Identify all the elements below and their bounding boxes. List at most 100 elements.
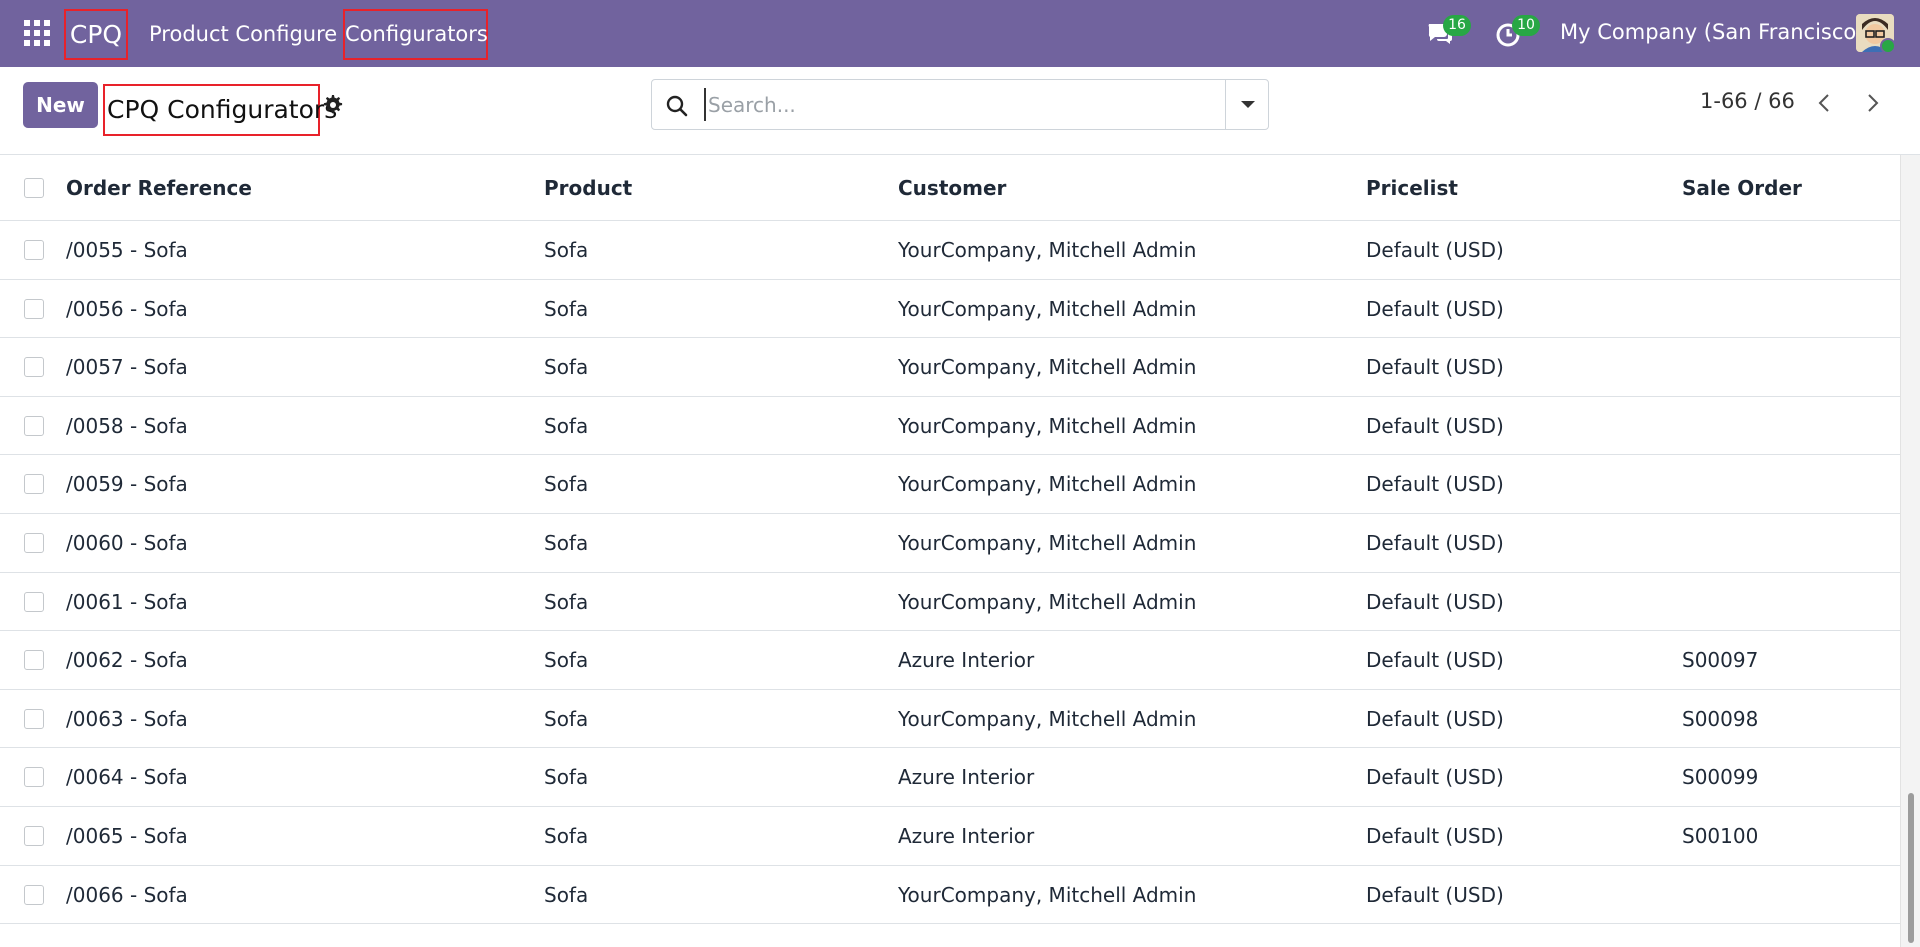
row-checkbox[interactable] [24,298,44,319]
select-all-checkbox[interactable] [24,178,44,198]
search-icon [666,95,688,117]
cell-customer: YourCompany, Mitchell Admin [898,355,1197,380]
table-row[interactable]: /0057 - Sofa Sofa YourCompany, Mitchell Ad… [0,338,1900,397]
cell-order-reference: /0066 - Sofa [66,882,188,907]
row-checkbox[interactable] [24,825,44,846]
cell-product: Sofa [544,706,589,731]
table-row[interactable]: /0066 - Sofa Sofa YourCompany, Mitchell Ad… [0,866,1900,925]
cell-order-reference: /0061 - Sofa [66,589,188,614]
table-row[interactable]: /0060 - Sofa Sofa YourCompany, Mitchell Ad… [0,514,1900,573]
cell-customer: YourCompany, Mitchell Admin [898,882,1197,907]
cell-sale-order: S00097 [1682,648,1759,673]
gear-icon[interactable] [320,93,344,117]
cell-customer: YourCompany, Mitchell Admin [898,589,1197,614]
column-header-product[interactable]: Product [544,155,632,221]
cell-product: Sofa [544,823,589,848]
cell-product: Sofa [544,589,589,614]
cell-pricelist: Default (USD) [1366,823,1504,848]
cell-sale-order: S00100 [1682,823,1759,848]
chevron-left-icon[interactable] [1813,91,1837,115]
control-panel: New CPQ Configurators 1-66 / 66 [0,67,1920,155]
activities-badge: 10 [1512,15,1540,36]
cell-pricelist: Default (USD) [1366,530,1504,555]
row-checkbox[interactable] [24,357,44,378]
cell-product: Sofa [544,765,589,790]
company-switcher[interactable]: My Company (San Francisco) [1560,20,1864,44]
menu-configurators[interactable]: Configurators [343,9,488,60]
cell-product: Sofa [544,296,589,321]
cell-order-reference: /0064 - Sofa [66,765,188,790]
row-checkbox[interactable] [24,884,44,905]
cell-order-reference: /0056 - Sofa [66,296,188,321]
row-checkbox[interactable] [24,591,44,612]
cell-customer: YourCompany, Mitchell Admin [898,472,1197,497]
page-title: CPQ Configurators [103,84,337,136]
table-header: Order Reference Product Customer Priceli… [0,155,1900,221]
messages-badge: 16 [1443,15,1471,36]
search-bar [651,79,1269,130]
cell-customer: YourCompany, Mitchell Admin [898,296,1197,321]
cell-pricelist: Default (USD) [1366,355,1504,380]
search-input[interactable] [704,88,1204,121]
cell-pricelist: Default (USD) [1366,648,1504,673]
cell-sale-order: S00099 [1682,765,1759,790]
table-row[interactable]: /0056 - Sofa Sofa YourCompany, Mitchell Ad… [0,280,1900,339]
cell-pricelist: Default (USD) [1366,296,1504,321]
column-header-pricelist[interactable]: Pricelist [1366,155,1458,221]
cell-pricelist: Default (USD) [1366,472,1504,497]
cell-sale-order: S00098 [1682,706,1759,731]
cell-order-reference: /0062 - Sofa [66,648,188,673]
cell-order-reference: /0060 - Sofa [66,530,188,555]
cell-pricelist: Default (USD) [1366,238,1504,262]
table-row[interactable]: /0058 - Sofa Sofa YourCompany, Mitchell Ad… [0,397,1900,456]
cell-order-reference: /0057 - Sofa [66,355,188,380]
pager-value[interactable]: 1-66 / 66 [1700,89,1795,113]
new-button[interactable]: New [23,82,98,128]
cell-product: Sofa [544,472,589,497]
column-header-order-reference[interactable]: Order Reference [66,155,252,221]
messages-button[interactable]: 16 [1426,15,1471,48]
cell-product: Sofa [544,882,589,907]
cell-product: Sofa [544,530,589,555]
cell-customer: Azure Interior [898,765,1035,790]
cell-order-reference: /0058 - Sofa [66,413,188,438]
row-checkbox[interactable] [24,474,44,495]
cell-customer: YourCompany, Mitchell Admin [898,706,1197,731]
cell-product: Sofa [544,648,589,673]
column-header-sale-order[interactable]: Sale Order [1682,155,1802,221]
cell-order-reference: /0059 - Sofa [66,472,188,497]
row-checkbox[interactable] [24,767,44,788]
row-checkbox[interactable] [24,532,44,553]
search-options-toggle[interactable] [1225,80,1268,129]
table-row[interactable]: /0064 - Sofa Sofa Azure Interior Default (U… [0,748,1900,807]
vertical-scrollbar[interactable] [1900,155,1920,947]
cell-pricelist: Default (USD) [1366,413,1504,438]
app-brand[interactable]: CPQ [64,9,128,60]
table-row[interactable]: /0065 - Sofa Sofa Azure Interior Default (U… [0,807,1900,866]
cell-product: Sofa [544,355,589,380]
row-checkbox[interactable] [24,650,44,671]
row-checkbox[interactable] [24,708,44,729]
cell-customer: YourCompany, Mitchell Admin [898,530,1197,555]
column-header-customer[interactable]: Customer [898,155,1006,221]
row-checkbox[interactable] [24,415,44,436]
configurator-list: Order Reference Product Customer Priceli… [0,155,1900,925]
cell-order-reference: /0063 - Sofa [66,706,188,731]
apps-grid-icon[interactable] [24,20,50,46]
row-checkbox[interactable] [24,240,44,260]
cell-product: Sofa [544,238,589,262]
top-navbar: CPQ Product Configure Configurators 16 1… [0,0,1920,67]
activities-button[interactable]: 10 [1495,15,1540,48]
table-row[interactable]: /0061 - Sofa Sofa YourCompany, Mitchell Ad… [0,573,1900,632]
cell-pricelist: Default (USD) [1366,589,1504,614]
scrollbar-thumb[interactable] [1908,793,1914,943]
table-row[interactable]: /0055 - Sofa Sofa YourCompany, Mitchell Ad… [0,221,1900,280]
presence-indicator [1880,38,1896,54]
table-row[interactable]: /0062 - Sofa Sofa Azure Interior Default (U… [0,631,1900,690]
menu-product-configure[interactable]: Product Configure [149,9,337,60]
cell-pricelist: Default (USD) [1366,765,1504,790]
chevron-right-icon[interactable] [1860,91,1884,115]
table-row[interactable]: /0063 - Sofa Sofa YourCompany, Mitchell Ad… [0,690,1900,749]
cell-order-reference: /0065 - Sofa [66,823,188,848]
table-row[interactable]: /0059 - Sofa Sofa YourCompany, Mitchell Ad… [0,455,1900,514]
